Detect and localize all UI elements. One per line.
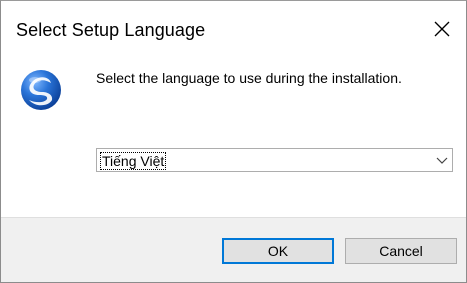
- close-button[interactable]: [424, 11, 460, 47]
- close-icon: [434, 21, 450, 37]
- setup-logo-icon: [18, 67, 64, 113]
- button-bar: OK Cancel: [1, 217, 466, 282]
- instruction-text: Select the language to use during the in…: [96, 70, 402, 86]
- language-dropdown[interactable]: Tiếng Việt: [96, 148, 453, 172]
- setup-language-dialog: Select Setup Language Select the languag…: [0, 0, 467, 283]
- dialog-title: Select Setup Language: [16, 20, 206, 40]
- ok-button[interactable]: OK: [222, 238, 334, 264]
- selected-language: Tiếng Việt: [100, 152, 167, 170]
- chevron-down-icon[interactable]: [434, 152, 450, 168]
- cancel-button[interactable]: Cancel: [345, 238, 457, 264]
- title-bar: Select Setup Language: [1, 1, 466, 63]
